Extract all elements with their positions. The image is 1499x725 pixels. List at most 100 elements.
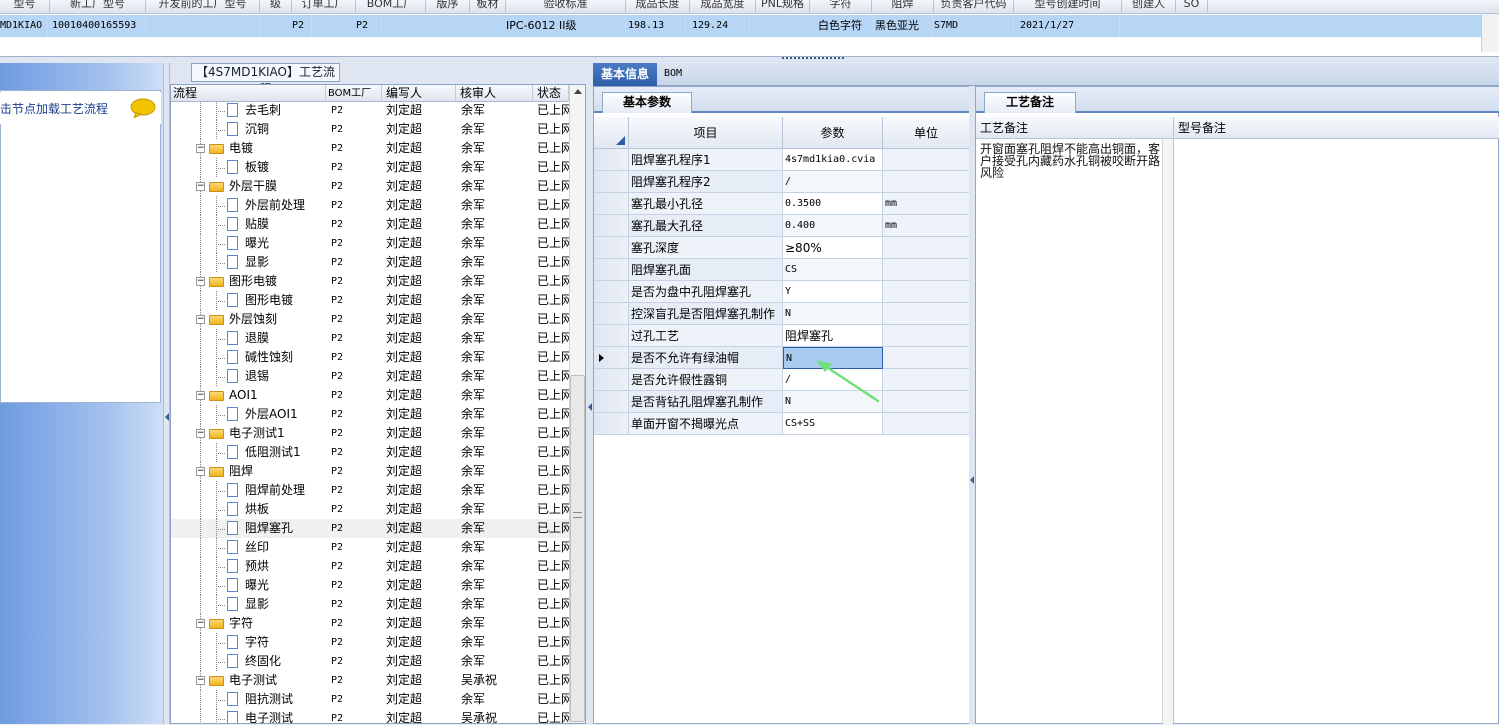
process-name[interactable]: 阻焊塞孔 [245, 519, 325, 538]
row-indicator[interactable] [594, 171, 629, 193]
header-writer[interactable]: 编写人 [382, 85, 456, 102]
top-header-cell[interactable]: 负责客户代码 [934, 0, 1014, 14]
param-unit[interactable] [883, 303, 970, 325]
process-name[interactable]: 字符 [229, 614, 325, 633]
process-bom[interactable]: P2 [331, 671, 371, 690]
process-row[interactable]: 曝光 P2 刘定超 余军 已上网 [171, 234, 571, 253]
process-status[interactable]: 已上网 [537, 671, 571, 690]
process-row[interactable]: − 阻焊 P2 刘定超 余军 已上网 [171, 462, 571, 481]
cell-customer[interactable]: S7MD [934, 15, 1014, 37]
header-unit[interactable]: 单位 [883, 117, 970, 149]
process-bom[interactable]: P2 [331, 101, 371, 120]
process-status[interactable]: 已上网 [537, 690, 571, 709]
top-header-cell[interactable]: 级 [260, 0, 292, 14]
param-value[interactable]: 阻焊塞孔 [783, 325, 883, 347]
process-row[interactable]: 电子测试 P2 刘定超 吴承祝 已上网 [171, 709, 571, 723]
process-row[interactable]: 终固化 P2 刘定超 余军 已上网 [171, 652, 571, 671]
process-row[interactable]: 阻抗测试 P2 刘定超 余军 已上网 [171, 690, 571, 709]
process-status[interactable]: 已上网 [537, 709, 571, 723]
process-writer[interactable]: 刘定超 [386, 310, 456, 329]
select-all-icon[interactable] [616, 136, 625, 145]
process-row[interactable]: 去毛刺 P2 刘定超 余军 已上网 [171, 101, 571, 120]
process-reviewer[interactable]: 余军 [461, 633, 531, 652]
param-unit[interactable] [883, 347, 970, 369]
row-indicator[interactable] [594, 215, 629, 237]
process-reviewer[interactable]: 余军 [461, 272, 531, 291]
collapse-left-icon[interactable] [165, 413, 169, 421]
process-scroll-thumb[interactable] [570, 375, 585, 722]
param-row[interactable]: 控深盲孔是否阻焊塞孔制作 N [594, 303, 970, 325]
tab-basic-params[interactable]: 基本参数 [602, 92, 692, 113]
process-reviewer[interactable]: 吴承祝 [461, 671, 531, 690]
process-row[interactable]: − AOI1 P2 刘定超 余军 已上网 [171, 386, 571, 405]
process-row[interactable]: 阻焊塞孔 P2 刘定超 余军 已上网 [171, 519, 571, 538]
process-writer[interactable]: 刘定超 [386, 709, 456, 723]
param-row[interactable]: 塞孔最小孔径 0.3500 mm [594, 193, 970, 215]
top-header-cell[interactable]: 字符 [810, 0, 872, 14]
process-reviewer[interactable]: 余军 [461, 576, 531, 595]
process-row[interactable]: 字符 P2 刘定超 余军 已上网 [171, 633, 571, 652]
process-name[interactable]: 电镀 [229, 139, 325, 158]
process-writer[interactable]: 刘定超 [386, 557, 456, 576]
process-row[interactable]: 贴膜 P2 刘定超 余军 已上网 [171, 215, 571, 234]
horizontal-splitter[interactable] [0, 56, 1499, 63]
process-name[interactable]: 显影 [245, 253, 325, 272]
process-row[interactable]: 烘板 P2 刘定超 余军 已上网 [171, 500, 571, 519]
row-indicator[interactable] [594, 149, 629, 171]
process-status[interactable]: 已上网 [537, 614, 571, 633]
process-status[interactable]: 已上网 [537, 101, 571, 120]
process-status[interactable]: 已上网 [537, 196, 571, 215]
top-header-cell[interactable]: 板材 [470, 0, 506, 14]
process-status[interactable]: 已上网 [537, 329, 571, 348]
process-bom[interactable]: P2 [331, 348, 371, 367]
collapse-right-icon[interactable] [970, 476, 974, 484]
param-value[interactable]: ≥80% [783, 237, 883, 259]
process-reviewer[interactable]: 余军 [461, 291, 531, 310]
process-status[interactable]: 已上网 [537, 310, 571, 329]
process-writer[interactable]: 刘定超 [386, 329, 456, 348]
process-writer[interactable]: 刘定超 [386, 462, 456, 481]
top-header-cell[interactable]: 成品长度 [626, 0, 690, 14]
param-row[interactable]: 阻焊塞孔面 CS [594, 259, 970, 281]
process-reviewer[interactable]: 余军 [461, 557, 531, 576]
process-reviewer[interactable]: 余军 [461, 348, 531, 367]
process-reviewer[interactable]: 余军 [461, 519, 531, 538]
process-name[interactable]: 阻抗测试 [245, 690, 325, 709]
process-writer[interactable]: 刘定超 [386, 120, 456, 139]
process-row[interactable]: 外层前处理 P2 刘定超 余军 已上网 [171, 196, 571, 215]
process-reviewer[interactable]: 余军 [461, 652, 531, 671]
top-header-cell[interactable]: 型号 [0, 0, 50, 14]
process-name[interactable]: 外层AOI1 [245, 405, 325, 424]
process-reviewer[interactable]: 余军 [461, 424, 531, 443]
scroll-up-icon[interactable] [574, 89, 582, 94]
process-writer[interactable]: 刘定超 [386, 253, 456, 272]
process-name[interactable]: 字符 [245, 633, 325, 652]
param-row[interactable]: 是否为盘中孔阻焊塞孔 Y [594, 281, 970, 303]
cell-code[interactable]: 10010400165593 [50, 15, 146, 37]
process-bom[interactable]: P2 [331, 139, 371, 158]
param-value[interactable]: CS+SS [783, 413, 883, 435]
process-bom[interactable]: P2 [331, 595, 371, 614]
process-row[interactable]: 显影 P2 刘定超 余军 已上网 [171, 253, 571, 272]
process-reviewer[interactable]: 余军 [461, 481, 531, 500]
process-reviewer[interactable]: 余军 [461, 367, 531, 386]
top-header-cell[interactable]: 版序 [426, 0, 470, 14]
process-bom[interactable]: P2 [331, 310, 371, 329]
process-writer[interactable]: 刘定超 [386, 500, 456, 519]
process-name[interactable]: 烘板 [245, 500, 325, 519]
process-reviewer[interactable]: 余军 [461, 139, 531, 158]
top-header-cell[interactable]: 验收标准 [506, 0, 626, 14]
process-writer[interactable]: 刘定超 [386, 272, 456, 291]
param-unit[interactable]: mm [883, 215, 970, 237]
top-header-cell[interactable]: 型号创建时间 [1014, 0, 1122, 14]
process-name[interactable]: 图形电镀 [229, 272, 325, 291]
process-name[interactable]: 碱性蚀刻 [245, 348, 325, 367]
process-writer[interactable]: 刘定超 [386, 348, 456, 367]
process-bom[interactable]: P2 [331, 158, 371, 177]
grid-corner[interactable] [594, 117, 629, 149]
param-unit[interactable] [883, 259, 970, 281]
row-indicator[interactable] [594, 281, 629, 303]
process-row[interactable]: 显影 P2 刘定超 余军 已上网 [171, 595, 571, 614]
process-reviewer[interactable]: 余军 [461, 690, 531, 709]
process-row[interactable]: − 电镀 P2 刘定超 余军 已上网 [171, 139, 571, 158]
